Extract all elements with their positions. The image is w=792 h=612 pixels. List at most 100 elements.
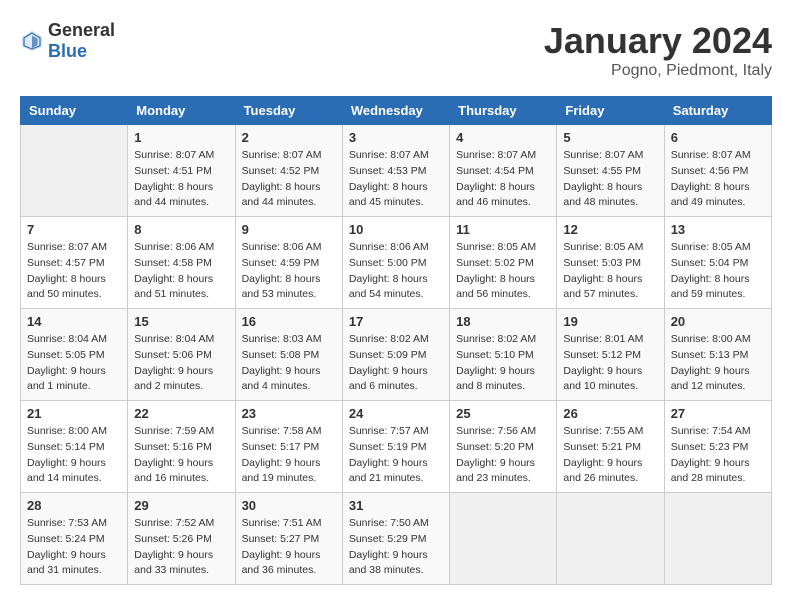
- weekday-header-row: SundayMondayTuesdayWednesdayThursdayFrid…: [21, 97, 772, 125]
- calendar-table: SundayMondayTuesdayWednesdayThursdayFrid…: [20, 96, 772, 585]
- day-number: 22: [134, 406, 228, 421]
- calendar-cell: 12 Sunrise: 8:05 AMSunset: 5:03 PMDayligh…: [557, 217, 664, 309]
- day-number: 15: [134, 314, 228, 329]
- day-detail: Sunrise: 7:55 AMSunset: 5:21 PMDaylight:…: [563, 424, 657, 487]
- day-detail: Sunrise: 8:01 AMSunset: 5:12 PMDaylight:…: [563, 332, 657, 395]
- day-detail: Sunrise: 7:51 AMSunset: 5:27 PMDaylight:…: [242, 516, 336, 579]
- weekday-header-tuesday: Tuesday: [235, 97, 342, 125]
- calendar-cell: 4Sunrise: 8:07 AMSunset: 4:54 PMDaylight…: [450, 125, 557, 217]
- day-number: 9: [242, 222, 336, 237]
- day-detail: Sunrise: 8:07 AMSunset: 4:53 PMDaylight:…: [349, 148, 443, 211]
- calendar-week-row: 21Sunrise: 8:00 AMSunset: 5:14 PMDayligh…: [21, 401, 772, 493]
- day-detail: Sunrise: 8:07 AMSunset: 4:57 PMDaylight:…: [27, 240, 121, 303]
- calendar-cell: 14 Sunrise: 8:04 AMSunset: 5:05 PMDayligh…: [21, 309, 128, 401]
- day-detail: Sunrise: 8:02 AMSunset: 5:09 PMDaylight:…: [349, 332, 443, 395]
- calendar-cell: 8 Sunrise: 8:06 AMSunset: 4:58 PMDaylight…: [128, 217, 235, 309]
- calendar-cell: 28Sunrise: 7:53 AMSunset: 5:24 PMDayligh…: [21, 493, 128, 585]
- day-detail: Sunrise: 8:05 AMSunset: 5:03 PMDaylight:…: [563, 240, 657, 303]
- day-number: 17: [349, 314, 443, 329]
- calendar-cell: 9 Sunrise: 8:06 AMSunset: 4:59 PMDaylight…: [235, 217, 342, 309]
- day-number: 8: [134, 222, 228, 237]
- day-detail: Sunrise: 8:00 AMSunset: 5:14 PMDaylight:…: [27, 424, 121, 487]
- weekday-header-wednesday: Wednesday: [342, 97, 449, 125]
- day-number: 14: [27, 314, 121, 329]
- calendar-cell: 19 Sunrise: 8:01 AMSunset: 5:12 PMDayligh…: [557, 309, 664, 401]
- calendar-cell: 18 Sunrise: 8:02 AMSunset: 5:10 PMDayligh…: [450, 309, 557, 401]
- day-number: 10: [349, 222, 443, 237]
- calendar-cell: [21, 125, 128, 217]
- day-detail: Sunrise: 8:00 AMSunset: 5:13 PMDaylight:…: [671, 332, 765, 395]
- day-detail: Sunrise: 7:58 AMSunset: 5:17 PMDaylight:…: [242, 424, 336, 487]
- calendar-cell: 15Sunrise: 8:04 AMSunset: 5:06 PMDayligh…: [128, 309, 235, 401]
- day-number: 19: [563, 314, 657, 329]
- day-number: 29: [134, 498, 228, 513]
- day-detail: Sunrise: 8:02 AMSunset: 5:10 PMDaylight:…: [456, 332, 550, 395]
- day-detail: Sunrise: 8:07 AMSunset: 4:51 PMDaylight:…: [134, 148, 228, 211]
- calendar-cell: 26 Sunrise: 7:55 AMSunset: 5:21 PMDayligh…: [557, 401, 664, 493]
- day-number: 1: [134, 130, 228, 145]
- day-detail: Sunrise: 7:53 AMSunset: 5:24 PMDaylight:…: [27, 516, 121, 579]
- calendar-cell: 23Sunrise: 7:58 AMSunset: 5:17 PMDayligh…: [235, 401, 342, 493]
- day-detail: Sunrise: 8:07 AMSunset: 4:55 PMDaylight:…: [563, 148, 657, 211]
- calendar-cell: 16 Sunrise: 8:03 AMSunset: 5:08 PMDayligh…: [235, 309, 342, 401]
- day-number: 20: [671, 314, 765, 329]
- page-header: General Blue January 2024 Pogno, Piedmon…: [20, 20, 772, 80]
- day-number: 18: [456, 314, 550, 329]
- calendar-cell: 2Sunrise: 8:07 AMSunset: 4:52 PMDaylight…: [235, 125, 342, 217]
- calendar-cell: 10Sunrise: 8:06 AMSunset: 5:00 PMDayligh…: [342, 217, 449, 309]
- title-block: January 2024 Pogno, Piedmont, Italy: [544, 20, 772, 80]
- calendar-cell: 11Sunrise: 8:05 AMSunset: 5:02 PMDayligh…: [450, 217, 557, 309]
- day-number: 3: [349, 130, 443, 145]
- calendar-week-row: 7 Sunrise: 8:07 AMSunset: 4:57 PMDaylight…: [21, 217, 772, 309]
- logo: General Blue: [20, 20, 115, 62]
- calendar-cell: 21Sunrise: 8:00 AMSunset: 5:14 PMDayligh…: [21, 401, 128, 493]
- calendar-cell: [557, 493, 664, 585]
- calendar-subtitle: Pogno, Piedmont, Italy: [544, 62, 772, 80]
- day-number: 5: [563, 130, 657, 145]
- calendar-week-row: 1 Sunrise: 8:07 AMSunset: 4:51 PMDaylight…: [21, 125, 772, 217]
- calendar-cell: 13Sunrise: 8:05 AMSunset: 5:04 PMDayligh…: [664, 217, 771, 309]
- calendar-cell: 3 Sunrise: 8:07 AMSunset: 4:53 PMDaylight…: [342, 125, 449, 217]
- day-detail: Sunrise: 8:06 AMSunset: 4:59 PMDaylight:…: [242, 240, 336, 303]
- day-number: 24: [349, 406, 443, 421]
- day-detail: Sunrise: 8:04 AMSunset: 5:05 PMDaylight:…: [27, 332, 121, 395]
- calendar-cell: 29 Sunrise: 7:52 AMSunset: 5:26 PMDayligh…: [128, 493, 235, 585]
- calendar-week-row: 28Sunrise: 7:53 AMSunset: 5:24 PMDayligh…: [21, 493, 772, 585]
- day-number: 7: [27, 222, 121, 237]
- day-detail: Sunrise: 7:52 AMSunset: 5:26 PMDaylight:…: [134, 516, 228, 579]
- weekday-header-thursday: Thursday: [450, 97, 557, 125]
- calendar-cell: 30 Sunrise: 7:51 AMSunset: 5:27 PMDayligh…: [235, 493, 342, 585]
- calendar-title: January 2024: [544, 20, 772, 62]
- logo-icon: [20, 29, 44, 53]
- calendar-cell: [450, 493, 557, 585]
- calendar-cell: 6Sunrise: 8:07 AMSunset: 4:56 PMDaylight…: [664, 125, 771, 217]
- day-number: 12: [563, 222, 657, 237]
- calendar-cell: 1 Sunrise: 8:07 AMSunset: 4:51 PMDaylight…: [128, 125, 235, 217]
- logo-blue: Blue: [48, 41, 87, 61]
- calendar-cell: 17 Sunrise: 8:02 AMSunset: 5:09 PMDayligh…: [342, 309, 449, 401]
- day-number: 26: [563, 406, 657, 421]
- day-detail: Sunrise: 8:05 AMSunset: 5:02 PMDaylight:…: [456, 240, 550, 303]
- day-number: 4: [456, 130, 550, 145]
- day-detail: Sunrise: 7:56 AMSunset: 5:20 PMDaylight:…: [456, 424, 550, 487]
- day-number: 2: [242, 130, 336, 145]
- day-number: 27: [671, 406, 765, 421]
- day-number: 30: [242, 498, 336, 513]
- day-number: 25: [456, 406, 550, 421]
- calendar-cell: 7 Sunrise: 8:07 AMSunset: 4:57 PMDaylight…: [21, 217, 128, 309]
- calendar-cell: 31 Sunrise: 7:50 AMSunset: 5:29 PMDayligh…: [342, 493, 449, 585]
- day-number: 13: [671, 222, 765, 237]
- calendar-cell: 20 Sunrise: 8:00 AMSunset: 5:13 PMDayligh…: [664, 309, 771, 401]
- weekday-header-sunday: Sunday: [21, 97, 128, 125]
- calendar-cell: [664, 493, 771, 585]
- day-detail: Sunrise: 8:06 AMSunset: 4:58 PMDaylight:…: [134, 240, 228, 303]
- day-detail: Sunrise: 7:59 AMSunset: 5:16 PMDaylight:…: [134, 424, 228, 487]
- day-number: 31: [349, 498, 443, 513]
- calendar-cell: 22 Sunrise: 7:59 AMSunset: 5:16 PMDayligh…: [128, 401, 235, 493]
- day-detail: Sunrise: 7:50 AMSunset: 5:29 PMDaylight:…: [349, 516, 443, 579]
- day-number: 16: [242, 314, 336, 329]
- logo-text: General Blue: [48, 20, 115, 62]
- day-detail: Sunrise: 8:03 AMSunset: 5:08 PMDaylight:…: [242, 332, 336, 395]
- calendar-cell: 5 Sunrise: 8:07 AMSunset: 4:55 PMDaylight…: [557, 125, 664, 217]
- calendar-cell: 25 Sunrise: 7:56 AMSunset: 5:20 PMDayligh…: [450, 401, 557, 493]
